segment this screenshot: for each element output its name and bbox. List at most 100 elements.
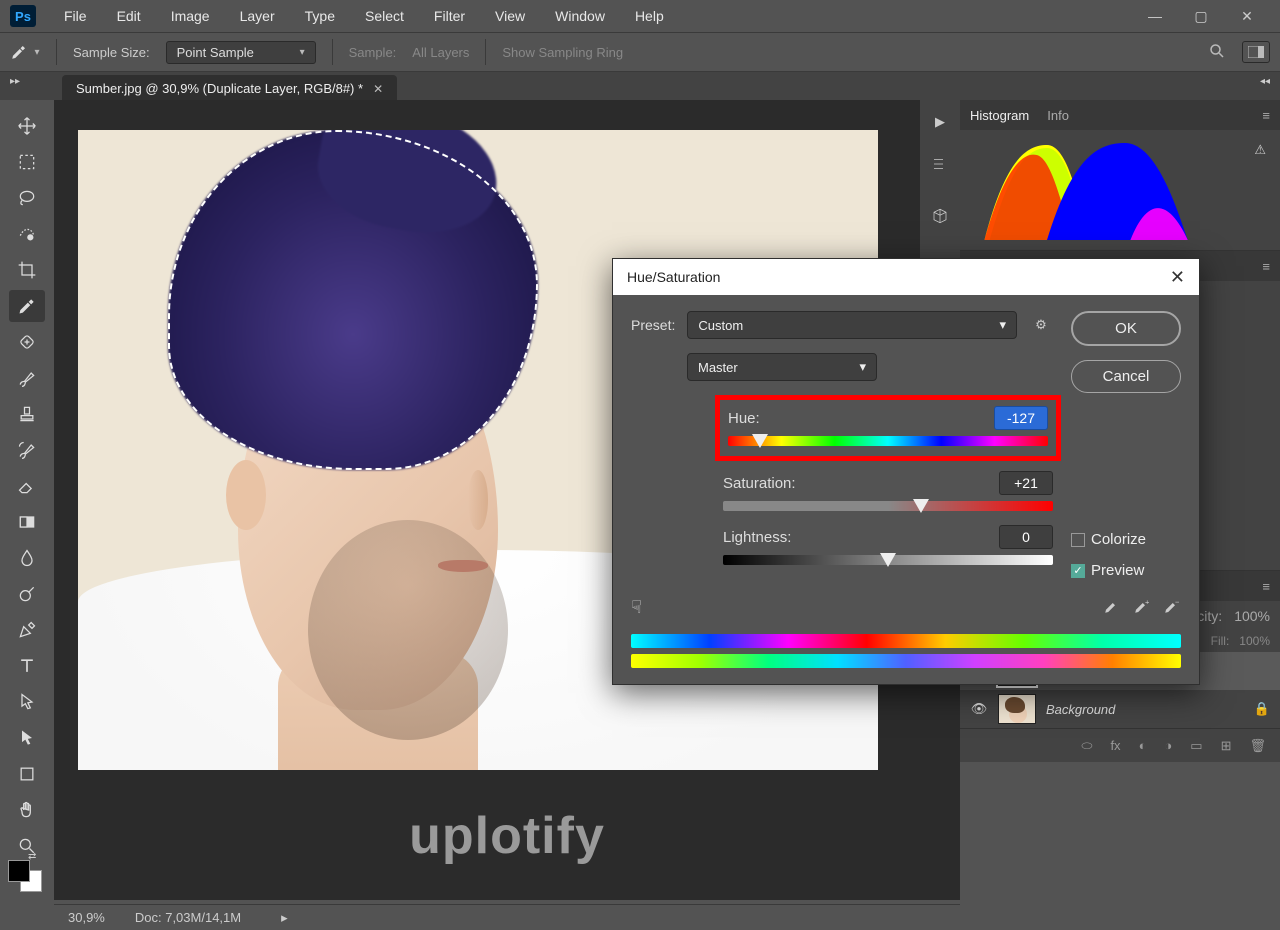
tool-pen[interactable] — [9, 614, 45, 646]
hue-input[interactable] — [994, 406, 1048, 430]
doc-size[interactable]: Doc: 7,03M/14,1M — [135, 910, 241, 925]
menu-edit[interactable]: Edit — [105, 4, 153, 28]
svg-text:−: − — [1175, 598, 1180, 607]
panel-menu-icon[interactable]: ≡ — [1262, 579, 1270, 594]
properties-icon[interactable] — [928, 152, 952, 176]
hue-handle[interactable] — [752, 434, 768, 448]
tool-lasso[interactable] — [9, 182, 45, 214]
menu-filter[interactable]: Filter — [422, 4, 477, 28]
tool-preset-picker[interactable] — [10, 39, 40, 65]
document-tab[interactable]: Sumber.jpg @ 30,9% (Duplicate Layer, RGB… — [62, 75, 397, 102]
workspace-switcher[interactable] — [1242, 41, 1270, 63]
play-icon[interactable]: ▶ — [928, 110, 952, 134]
eyedropper-plus-icon[interactable]: + — [1133, 597, 1151, 618]
window-close[interactable]: ✕ — [1224, 0, 1270, 32]
panel-menu-icon[interactable]: ≡ — [1262, 108, 1270, 123]
menu-view[interactable]: View — [483, 4, 537, 28]
tab-info[interactable]: Info — [1047, 108, 1069, 123]
visibility-icon[interactable]: 👁 — [970, 701, 988, 717]
lock-icon[interactable]: 🔒 — [1254, 701, 1270, 717]
tool-hand[interactable] — [9, 794, 45, 826]
layer-mask-icon[interactable]: ◐ — [1139, 738, 1147, 753]
tool-crop[interactable] — [9, 254, 45, 286]
document-tabs: Sumber.jpg @ 30,9% (Duplicate Layer, RGB… — [0, 72, 1280, 102]
3d-icon[interactable] — [928, 204, 952, 228]
tool-blur[interactable] — [9, 542, 45, 574]
tool-healing[interactable] — [9, 326, 45, 358]
adjustment-layer-icon[interactable]: ◑ — [1164, 738, 1172, 753]
zoom-level[interactable]: 30,9% — [68, 910, 105, 925]
tool-history-brush[interactable] — [9, 434, 45, 466]
tools-toolbar: ⋯ ⇄ — [0, 100, 54, 930]
fill-value[interactable]: 100% — [1239, 634, 1270, 648]
close-icon[interactable]: ✕ — [1170, 267, 1185, 288]
ok-button[interactable]: OK — [1071, 311, 1181, 346]
eyedropper-minus-icon[interactable]: − — [1163, 597, 1181, 618]
hue-saturation-dialog: Hue/Saturation ✕ Preset: Custom▾ ⚙ Maste… — [612, 258, 1200, 685]
close-tab-icon[interactable]: ✕ — [373, 82, 383, 96]
tool-direct-select[interactable] — [9, 722, 45, 754]
tool-marquee[interactable] — [9, 146, 45, 178]
window-minimize[interactable]: — — [1132, 0, 1178, 32]
show-sampling-ring[interactable]: Show Sampling Ring — [502, 45, 623, 60]
menu-image[interactable]: Image — [159, 4, 222, 28]
collapse-left-icon[interactable]: ▸▸ — [10, 76, 20, 87]
options-bar: Sample Size: Point Sample Sample: All La… — [0, 32, 1280, 72]
tool-zoom[interactable] — [9, 830, 45, 862]
eyedropper-icon[interactable] — [1103, 597, 1121, 618]
preview-checkbox[interactable]: ✓Preview — [1071, 562, 1181, 579]
svg-text:+: + — [1145, 598, 1150, 607]
tool-shape[interactable] — [9, 758, 45, 790]
tool-move[interactable] — [9, 110, 45, 142]
dialog-titlebar[interactable]: Hue/Saturation ✕ — [613, 259, 1199, 295]
saturation-handle[interactable] — [913, 499, 929, 513]
tool-brush[interactable] — [9, 362, 45, 394]
tool-type[interactable] — [9, 650, 45, 682]
delete-layer-icon[interactable]: 🗑 — [1249, 738, 1266, 754]
saturation-label: Saturation: — [723, 475, 796, 492]
chevron-right-icon[interactable]: ▸ — [281, 910, 288, 926]
tool-gradient[interactable] — [9, 506, 45, 538]
opacity-value[interactable]: 100% — [1234, 608, 1270, 624]
lightness-slider[interactable] — [723, 555, 1053, 565]
menu-select[interactable]: Select — [353, 4, 416, 28]
tool-eyedropper[interactable] — [9, 290, 45, 322]
preset-select[interactable]: Custom▾ — [687, 311, 1017, 339]
layer-thumbnail[interactable] — [998, 694, 1036, 724]
preset-gear-icon[interactable]: ⚙ — [1029, 317, 1053, 333]
saturation-input[interactable] — [999, 471, 1053, 495]
lightness-handle[interactable] — [880, 553, 896, 567]
collapse-right-icon[interactable]: ◂◂ — [1260, 76, 1270, 87]
saturation-slider[interactable] — [723, 501, 1053, 511]
hue-slider[interactable] — [728, 436, 1048, 446]
window-maximize[interactable]: ▢ — [1178, 0, 1224, 32]
tool-quick-select[interactable] — [9, 218, 45, 250]
layer-fx-icon[interactable]: fx — [1110, 738, 1120, 753]
lightness-input[interactable] — [999, 525, 1053, 549]
menu-type[interactable]: Type — [293, 4, 347, 28]
menu-help[interactable]: Help — [623, 4, 676, 28]
tab-histogram[interactable]: Histogram — [970, 108, 1029, 123]
foreground-color-swatch[interactable] — [8, 860, 30, 882]
layer-name[interactable]: Background — [1046, 702, 1115, 717]
tool-stamp[interactable] — [9, 398, 45, 430]
sample-size-select[interactable]: Point Sample — [166, 41, 316, 64]
histogram-warning-icon[interactable]: ⚠ — [1254, 142, 1266, 158]
search-icon[interactable] — [1208, 42, 1226, 63]
menu-window[interactable]: Window — [543, 4, 617, 28]
tool-path-select[interactable] — [9, 686, 45, 718]
collapsed-dock: ▶ — [920, 100, 960, 280]
new-layer-icon[interactable]: ⊞ — [1221, 738, 1232, 754]
tool-eraser[interactable] — [9, 470, 45, 502]
menu-layer[interactable]: Layer — [228, 4, 287, 28]
group-icon[interactable]: ▭ — [1190, 738, 1202, 754]
tool-dodge[interactable] — [9, 578, 45, 610]
scrub-hand-icon[interactable]: ☟ — [631, 597, 642, 618]
colorize-checkbox[interactable]: Colorize — [1071, 531, 1181, 548]
cancel-button[interactable]: Cancel — [1071, 360, 1181, 393]
panel-menu-icon[interactable]: ≡ — [1262, 259, 1270, 274]
layer-row[interactable]: 👁 Background 🔒 — [960, 690, 1280, 728]
channel-select[interactable]: Master▾ — [687, 353, 877, 381]
link-layers-icon[interactable]: ⬭ — [1081, 738, 1092, 754]
menu-file[interactable]: File — [52, 4, 99, 28]
